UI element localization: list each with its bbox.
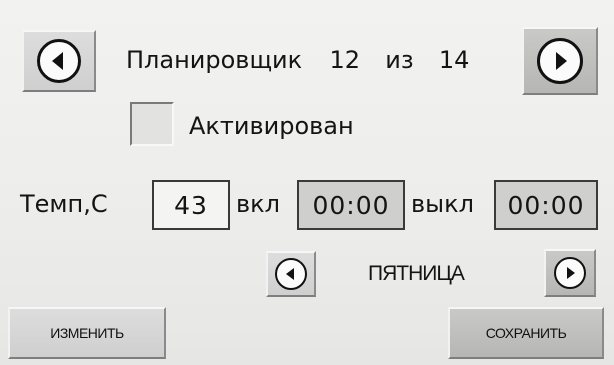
edit-button-label: ИЗМЕНИТЬ (50, 325, 124, 341)
save-button[interactable]: СОХРАНИТЬ (448, 307, 604, 359)
scheduler-total-number: 14 (438, 46, 470, 74)
arrow-right-circle-icon (537, 38, 583, 84)
edit-button[interactable]: ИЗМЕНИТЬ (8, 307, 166, 359)
on-time-value: 00:00 (312, 190, 390, 220)
activated-checkbox[interactable] (130, 102, 174, 146)
next-day-button[interactable] (544, 249, 596, 297)
day-of-week: ПЯТНИЦА (368, 262, 465, 285)
scheduler-title-text: Планировщик (126, 46, 303, 74)
off-time-value: 00:00 (507, 190, 585, 220)
temperature-field[interactable]: 43 (152, 180, 230, 230)
save-button-label: СОХРАНИТЬ (485, 325, 567, 341)
prev-day-button[interactable] (266, 251, 316, 297)
next-scheduler-button[interactable] (522, 27, 598, 95)
arrow-left-circle-icon (275, 258, 307, 290)
temperature-label: Темп,С (20, 190, 108, 218)
off-time-field[interactable]: 00:00 (494, 180, 598, 230)
on-time-field[interactable]: 00:00 (297, 180, 405, 230)
scheduler-title: Планировщик 12 из 14 (126, 48, 469, 72)
scheduler-screen: Планировщик 12 из 14 Активирован Темп,С … (0, 0, 614, 365)
on-time-label: вкл (236, 190, 280, 218)
prev-scheduler-button[interactable] (22, 30, 96, 92)
temperature-value: 43 (174, 190, 208, 220)
activated-label: Активирован (189, 112, 354, 140)
arrow-right-circle-icon (554, 257, 586, 289)
scheduler-of-label: из (385, 46, 414, 74)
scheduler-current-number: 12 (329, 46, 360, 74)
off-time-label: выкл (411, 190, 474, 218)
arrow-left-circle-icon (37, 39, 81, 83)
